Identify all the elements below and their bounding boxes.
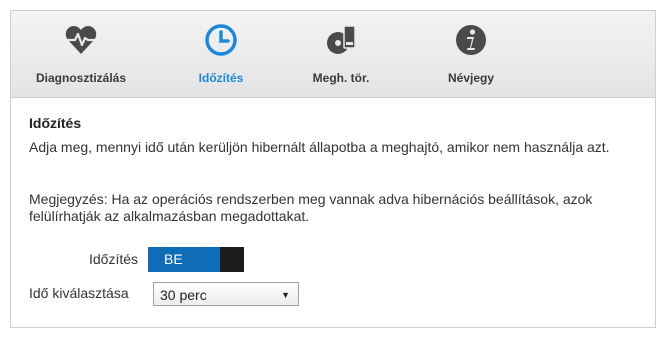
tab-label: Megh. tör. bbox=[312, 71, 370, 85]
tab-label: Időzítés bbox=[198, 71, 244, 85]
tab-label: Diagnosztizálás bbox=[35, 71, 127, 85]
tab-diagnostics[interactable]: Diagnosztizálás bbox=[21, 11, 141, 97]
drive-erase-icon bbox=[327, 25, 356, 54]
tab-about[interactable]: Névjegy bbox=[421, 11, 521, 97]
toggle-knob bbox=[220, 247, 244, 272]
timer-toggle[interactable]: BE bbox=[148, 247, 244, 272]
section-title: Időzítés bbox=[29, 115, 82, 131]
time-select-value: 30 perc bbox=[160, 287, 207, 303]
time-select[interactable]: 30 perc ▼ bbox=[153, 282, 299, 306]
tab-drive-erase[interactable]: Megh. tör. bbox=[291, 11, 391, 97]
section-description: Adja meg, mennyi idő után kerüljön hiber… bbox=[29, 139, 610, 155]
info-icon bbox=[456, 25, 486, 55]
settings-panel: Diagnosztizálás Időzítés Megh. tör. Névj… bbox=[10, 10, 656, 328]
timer-toggle-label: Időzítés bbox=[89, 251, 139, 267]
section-note: Megjegyzés: Ha az operációs rendszerben … bbox=[29, 191, 593, 224]
tab-label: Névjegy bbox=[447, 71, 495, 85]
tab-bar: Diagnosztizálás Időzítés Megh. tör. Névj… bbox=[11, 11, 655, 98]
toggle-state-text: BE bbox=[164, 251, 183, 267]
chevron-down-icon: ▼ bbox=[281, 290, 290, 300]
time-select-label: Idő kiválasztása bbox=[29, 285, 129, 301]
heart-pulse-icon bbox=[65, 26, 97, 54]
tab-timer[interactable]: Időzítés bbox=[171, 11, 271, 97]
clock-icon bbox=[205, 24, 237, 56]
